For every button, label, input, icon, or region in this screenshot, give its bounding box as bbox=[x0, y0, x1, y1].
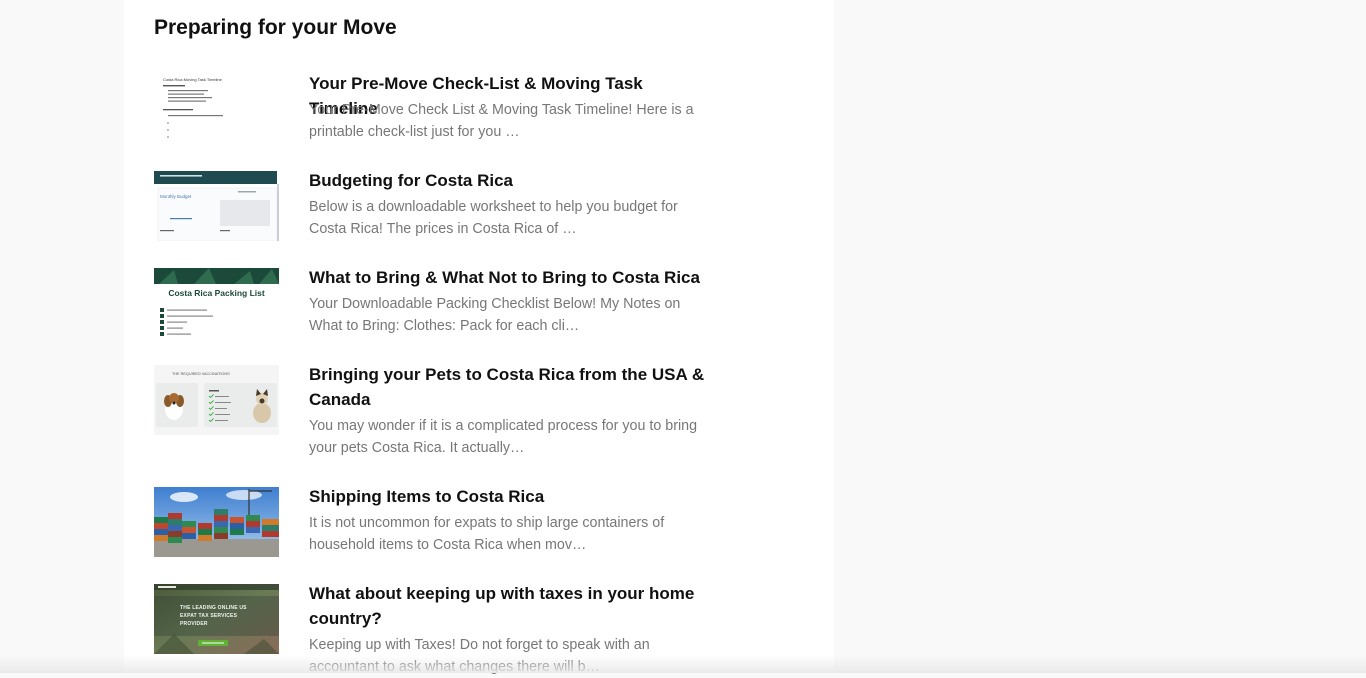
post-thumbnail[interactable]: Costa Rica Moving Task Timeline bbox=[154, 74, 279, 144]
svg-text:Costa Rica Moving Task Timelin: Costa Rica Moving Task Timeline bbox=[163, 77, 223, 82]
post-title-link[interactable]: What to Bring & What Not to Bring to Cos… bbox=[309, 265, 714, 290]
post-excerpt: Your Downloadable Packing Checklist Belo… bbox=[309, 296, 681, 334]
post-title-link[interactable]: Shipping Items to Costa Rica bbox=[309, 484, 714, 509]
post-thumbnail[interactable]: THE REQUIRED VACCINATIONS bbox=[154, 365, 279, 435]
post-thumbnail[interactable]: THE LEADING ONLINE US EXPAT TAX SERVICES… bbox=[154, 584, 279, 654]
svg-text:Monthly Budget: Monthly Budget bbox=[160, 194, 192, 199]
section-title: Preparing for your Move bbox=[154, 16, 397, 39]
post-excerpt: You may wonder if it is a complicated pr… bbox=[309, 418, 698, 456]
post-thumbnail[interactable]: Monthly Budget bbox=[154, 171, 279, 241]
post-title-link[interactable]: Budgeting for Costa Rica bbox=[309, 168, 714, 193]
content-column: Preparing for your Move Costa Rica Movin… bbox=[124, 0, 834, 675]
post-excerpt: Below is a downloadable worksheet to hel… bbox=[309, 199, 678, 237]
svg-text:Costa Rica Packing List: Costa Rica Packing List bbox=[168, 288, 265, 298]
post-thumbnail[interactable] bbox=[154, 487, 279, 557]
svg-text:THE REQUIRED VACCINATIONS: THE REQUIRED VACCINATIONS bbox=[172, 372, 230, 376]
bottom-shadow bbox=[0, 655, 1366, 673]
post-thumbnail[interactable]: Costa Rica Packing List bbox=[154, 268, 279, 338]
post-title-link[interactable]: What about keeping up with taxes in your… bbox=[309, 581, 714, 631]
post-excerpt: Your Pre-Move Check List & Moving Task T… bbox=[309, 102, 694, 140]
post-title-link[interactable]: Bringing your Pets to Costa Rica from th… bbox=[309, 362, 714, 412]
post-excerpt: It is not uncommon for expats to ship la… bbox=[309, 515, 665, 553]
